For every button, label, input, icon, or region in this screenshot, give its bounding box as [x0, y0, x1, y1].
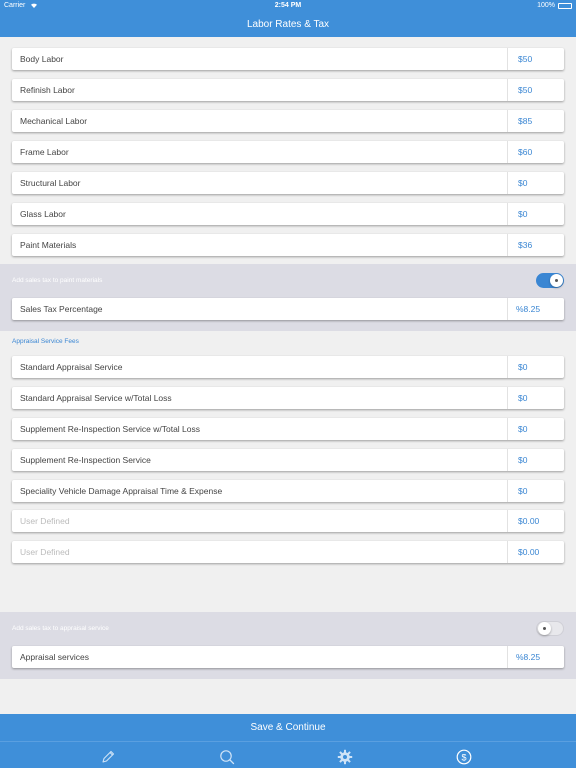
fee-input[interactable]: $0.00 — [507, 541, 564, 563]
search-icon[interactable] — [219, 749, 235, 765]
svg-text:$: $ — [461, 752, 466, 762]
rate-input[interactable]: $0 — [507, 203, 564, 225]
appraisal-fees-heading: Appraisal Service Fees — [12, 338, 79, 345]
labor-row-mechanical[interactable]: Mechanical Labor $85 — [12, 110, 564, 132]
row-label: Standard Appraisal Service — [20, 362, 123, 372]
rate-input[interactable]: $50 — [507, 79, 564, 101]
appraisal-services-row[interactable]: Appraisal services %8.25 — [12, 646, 564, 668]
paint-tax-label: Add sales tax to paint materials — [12, 277, 103, 284]
row-label: Speciality Vehicle Damage Appraisal Time… — [20, 486, 223, 496]
fee-input[interactable]: $0 — [507, 418, 564, 440]
row-label: Structural Labor — [20, 178, 81, 188]
pencil-icon[interactable] — [100, 749, 116, 765]
battery-status: 100% — [537, 2, 572, 9]
appraisal-services-input[interactable]: %8.25 — [507, 646, 564, 668]
row-label: Appraisal services — [20, 652, 89, 662]
gear-icon[interactable] — [337, 749, 353, 765]
labor-row-paint-materials[interactable]: Paint Materials $36 — [12, 234, 564, 256]
row-label: Frame Labor — [20, 147, 69, 157]
rate-input[interactable]: $85 — [507, 110, 564, 132]
rate-input[interactable]: $60 — [507, 141, 564, 163]
fee-input[interactable]: $0.00 — [507, 510, 564, 532]
fee-row[interactable]: Supplement Re-Inspection Service w/Total… — [12, 418, 564, 440]
tab-bar: $ — [0, 741, 576, 768]
user-defined-row[interactable]: User Defined $0.00 — [12, 510, 564, 532]
rate-input[interactable]: $50 — [507, 48, 564, 70]
sales-tax-row[interactable]: Sales Tax Percentage %8.25 — [12, 298, 564, 320]
rate-input[interactable]: $36 — [507, 234, 564, 256]
labor-row-structural[interactable]: Structural Labor $0 — [12, 172, 564, 194]
rate-input[interactable]: $0 — [507, 172, 564, 194]
row-label: Standard Appraisal Service w/Total Loss — [20, 393, 172, 403]
labor-row-body[interactable]: Body Labor $50 — [12, 48, 564, 70]
user-defined-name-input[interactable]: User Defined — [12, 516, 507, 526]
appraisal-tax-toggle[interactable] — [536, 621, 564, 636]
sales-tax-input[interactable]: %8.25 — [507, 298, 564, 320]
fee-row[interactable]: Standard Appraisal Service w/Total Loss … — [12, 387, 564, 409]
row-label: Sales Tax Percentage — [20, 304, 103, 314]
row-label: Supplement Re-Inspection Service — [20, 455, 151, 465]
fee-input[interactable]: $0 — [507, 387, 564, 409]
fee-input[interactable]: $0 — [507, 449, 564, 471]
fee-row[interactable]: Speciality Vehicle Damage Appraisal Time… — [12, 480, 564, 502]
row-label: Glass Labor — [20, 209, 66, 219]
user-defined-row[interactable]: User Defined $0.00 — [12, 541, 564, 563]
appraisal-tax-label: Add sales tax to appraisal service — [12, 625, 109, 632]
row-label: Paint Materials — [20, 240, 77, 250]
fee-input[interactable]: $0 — [507, 356, 564, 378]
page-title: Labor Rates & Tax — [246, 19, 330, 30]
labor-row-refinish[interactable]: Refinish Labor $50 — [12, 79, 564, 101]
fee-row[interactable]: Standard Appraisal Service $0 — [12, 356, 564, 378]
status-bar: Carrier 2:54 PM 100% — [0, 2, 576, 12]
battery-percent: 100% — [537, 2, 555, 9]
paint-tax-toggle[interactable] — [536, 273, 564, 288]
row-label: Body Labor — [20, 54, 64, 64]
fee-row[interactable]: Supplement Re-Inspection Service $0 — [12, 449, 564, 471]
row-label: Mechanical Labor — [20, 116, 88, 126]
row-label: Refinish Labor — [20, 85, 75, 95]
status-time: 2:54 PM — [274, 2, 302, 9]
row-label: Supplement Re-Inspection Service w/Total… — [20, 424, 201, 434]
battery-icon — [558, 2, 572, 9]
labor-row-glass[interactable]: Glass Labor $0 — [12, 203, 564, 225]
user-defined-name-input[interactable]: User Defined — [12, 547, 507, 557]
nav-header: Carrier 2:54 PM 100% Labor Rates & Tax — [0, 0, 576, 37]
labor-row-frame[interactable]: Frame Labor $60 — [12, 141, 564, 163]
fee-input[interactable]: $0 — [507, 480, 564, 502]
dollar-icon[interactable]: $ — [456, 749, 472, 765]
save-continue-button[interactable]: Save & Continue — [0, 714, 576, 741]
